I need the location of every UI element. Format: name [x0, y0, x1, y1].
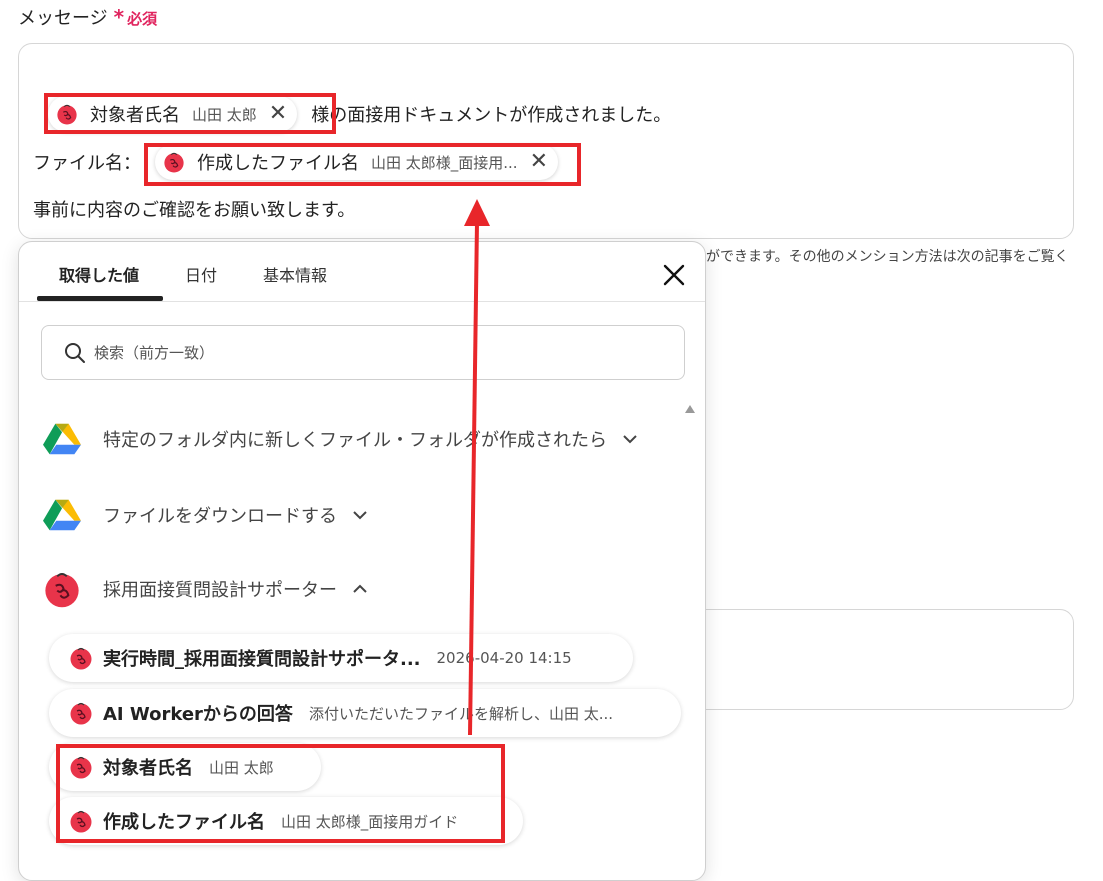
- highlight-box: [56, 744, 505, 843]
- item-name: AI Workerからの回答: [103, 704, 293, 725]
- item-name: 実行時間_採用面接質問設計サポータ...: [103, 649, 421, 670]
- group-download-file[interactable]: ファイルをダウンロードする: [43, 496, 369, 534]
- search-icon: [65, 342, 85, 363]
- search-input[interactable]: [94, 343, 594, 362]
- highlight-box: [44, 93, 336, 134]
- highlight-box: [144, 143, 581, 186]
- ai-worker-icon: [43, 570, 81, 608]
- help-text: ができます。その他のメンション方法は次の記事をご覧く: [706, 249, 1069, 265]
- field-label-text: メッセージ: [18, 8, 108, 29]
- close-icon[interactable]: [659, 260, 689, 290]
- group-label: 採用面接質問設計サポーター: [103, 580, 337, 601]
- message-field-label: メッセージ * 必須: [18, 4, 157, 30]
- tab-acquired-values[interactable]: 取得した値: [59, 262, 139, 286]
- ai-worker-icon: [69, 701, 93, 725]
- divider: [19, 301, 705, 302]
- google-drive-icon: [43, 496, 81, 534]
- search-field[interactable]: [41, 325, 685, 380]
- group-folder-trigger[interactable]: 特定のフォルダ内に新しくファイル・フォルダが作成されたら: [43, 420, 639, 458]
- ai-worker-icon: [69, 646, 93, 670]
- value-item-exec-time[interactable]: 実行時間_採用面接質問設計サポータ... 2026-04-20 14:15: [49, 634, 633, 682]
- message-text: ファイル名：: [33, 153, 141, 174]
- message-textarea[interactable]: 対象者氏名 山田 太郎 ✕ 様の面接用ドキュメントが作成されました。 ファイル名…: [18, 43, 1074, 239]
- group-label: 特定のフォルダ内に新しくファイル・フォルダが作成されたら: [103, 430, 607, 451]
- scroll-up-arrow[interactable]: [685, 405, 695, 413]
- required-badge: * 必須: [113, 5, 158, 29]
- chevron-up-icon: [353, 584, 367, 593]
- item-value: 添付いただいたファイルを解析し、山田 太...: [308, 704, 614, 723]
- item-value: 2026-04-20 14:15: [436, 649, 572, 667]
- tab-date[interactable]: 日付: [185, 262, 217, 286]
- google-drive-icon: [43, 420, 81, 458]
- group-interview-supporter[interactable]: 採用面接質問設計サポーター: [43, 570, 369, 608]
- value-item-ai-answer[interactable]: AI Workerからの回答 添付いただいたファイルを解析し、山田 太...: [49, 689, 681, 737]
- chevron-down-icon: [353, 511, 367, 520]
- message-line-3: 事前に内容のご確認をお願い致します。: [33, 200, 356, 221]
- chevron-down-icon: [623, 435, 637, 444]
- message-text: 様の面接用ドキュメントが作成されました。: [311, 105, 672, 126]
- secondary-textarea[interactable]: [690, 609, 1074, 710]
- tab-basic-info[interactable]: 基本情報: [263, 262, 327, 286]
- group-label: ファイルをダウンロードする: [103, 506, 337, 527]
